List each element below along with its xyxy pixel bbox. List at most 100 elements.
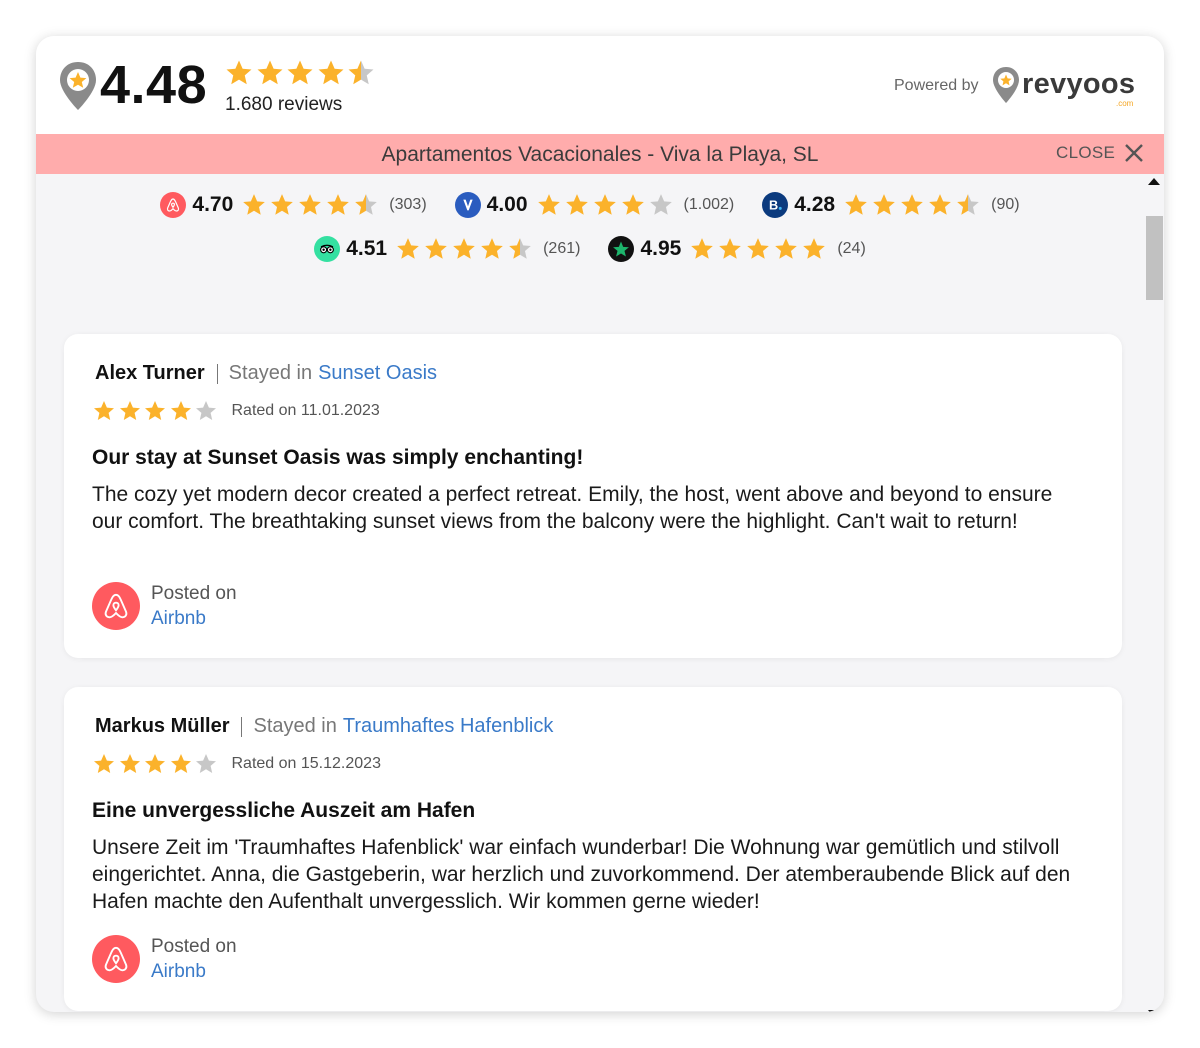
overall-stars bbox=[224, 58, 377, 88]
reviews-count: 1.680 reviews bbox=[225, 94, 343, 115]
review-title: Our stay at Sunset Oasis was simply ench… bbox=[92, 446, 584, 469]
platform-count: (261) bbox=[543, 240, 581, 257]
star-badge-icon bbox=[608, 236, 635, 262]
close-label: CLOSE bbox=[1056, 143, 1116, 162]
platform-score: 4.70 bbox=[192, 193, 234, 216]
platform-airbnb[interactable]: 4.70 (303) bbox=[160, 192, 427, 218]
property-banner: Apartamentos Vacacionales - Viva la Play… bbox=[36, 134, 1164, 174]
star-icon bbox=[621, 194, 644, 215]
star-icon bbox=[196, 401, 216, 420]
platform-stars bbox=[689, 236, 829, 262]
star-icon bbox=[257, 60, 282, 85]
star-icon bbox=[873, 194, 895, 215]
star-icon bbox=[565, 194, 588, 215]
review-rating: Rated on 11.01.2023 bbox=[92, 399, 380, 423]
star-icon bbox=[425, 238, 447, 259]
revyoos-brand[interactable]: revyoos bbox=[1022, 68, 1135, 101]
star-icon bbox=[453, 238, 475, 259]
posted-label: Posted on bbox=[151, 936, 237, 957]
platform-vrbo[interactable]: 4.00 (1.002) bbox=[454, 192, 735, 218]
airbnb-icon[interactable] bbox=[92, 935, 140, 983]
widget-header: 4.48 1.680 reviews Powered by revyoos .c… bbox=[36, 36, 1164, 134]
rated-date: Rated on 15.12.2023 bbox=[231, 755, 381, 772]
airbnb-icon[interactable] bbox=[92, 582, 140, 630]
star-icon bbox=[170, 401, 191, 420]
platform-row: 4.51 (261) 4.95 (24) bbox=[36, 232, 1144, 266]
source-link[interactable]: Airbnb bbox=[151, 608, 206, 630]
divider bbox=[241, 716, 243, 737]
review-stars bbox=[92, 752, 220, 776]
platform-starbadge[interactable]: 4.95 (24) bbox=[608, 236, 866, 262]
revyoos-logo-icon[interactable] bbox=[992, 66, 1020, 104]
reviews-widget: 4.48 1.680 reviews Powered by revyoos .c… bbox=[36, 36, 1164, 1012]
scrollbar[interactable] bbox=[1144, 174, 1164, 1012]
platform-count: (90) bbox=[991, 196, 1020, 213]
star-icon bbox=[649, 194, 672, 215]
star-icon bbox=[94, 754, 114, 773]
star-icon bbox=[929, 194, 951, 215]
review-title: Eine unvergessliche Auszeit am Hafen bbox=[92, 799, 476, 822]
star-icon bbox=[271, 194, 294, 215]
review-rating: Rated on 15.12.2023 bbox=[92, 752, 381, 776]
star-icon bbox=[397, 238, 419, 259]
reviewer-line: Markus Müller Stayed in Traumhaftes Hafe… bbox=[95, 715, 553, 738]
star-icon bbox=[119, 401, 140, 420]
booking-icon: B bbox=[762, 192, 789, 218]
review-card: Markus Müller Stayed in Traumhaftes Hafe… bbox=[64, 687, 1122, 1011]
star-icon bbox=[318, 60, 343, 85]
scroll-up-arrow-icon[interactable] bbox=[1148, 178, 1160, 185]
star-icon bbox=[355, 194, 378, 215]
tripadvisor-icon bbox=[314, 236, 341, 262]
star-icon bbox=[196, 754, 216, 773]
review-card: Alex Turner Stayed in Sunset Oasis Rated… bbox=[64, 334, 1122, 658]
vrbo-icon bbox=[454, 192, 481, 218]
star-icon bbox=[226, 60, 252, 85]
platform-stars bbox=[843, 192, 983, 218]
close-button[interactable]: CLOSE bbox=[1056, 142, 1145, 164]
platform-stars bbox=[241, 192, 381, 218]
svg-text:B: B bbox=[769, 198, 778, 213]
platform-booking[interactable]: B 4.28 (90) bbox=[762, 192, 1020, 218]
stayed-label: Stayed in bbox=[253, 715, 337, 737]
close-icon bbox=[1125, 144, 1143, 162]
reviews-scroll-area[interactable]: 4.70 (303) 4.00 (1.002) B 4.28 (90) 4.51… bbox=[36, 174, 1164, 1012]
review-body: The cozy yet modern decor created a perf… bbox=[92, 483, 1053, 533]
property-link[interactable]: Traumhaftes Hafenblick bbox=[343, 715, 553, 738]
rated-date: Rated on 11.01.2023 bbox=[231, 402, 380, 419]
star-icon bbox=[348, 60, 374, 85]
star-icon bbox=[145, 401, 165, 420]
platform-score: 4.00 bbox=[486, 193, 528, 216]
star-icon bbox=[775, 238, 798, 259]
star-icon bbox=[481, 238, 503, 259]
star-icon bbox=[94, 401, 114, 420]
airbnb-icon bbox=[160, 192, 187, 218]
powered-by-label: Powered by bbox=[894, 77, 979, 94]
star-icon bbox=[845, 194, 867, 215]
star-icon bbox=[299, 194, 322, 215]
property-link[interactable]: Sunset Oasis bbox=[318, 362, 437, 385]
overall-score: 4.48 bbox=[100, 55, 208, 115]
scroll-down-arrow-icon[interactable] bbox=[1148, 1010, 1160, 1012]
platform-row: 4.70 (303) 4.00 (1.002) B 4.28 (90) bbox=[36, 188, 1144, 222]
star-icon bbox=[719, 238, 742, 259]
stayed-label: Stayed in bbox=[228, 362, 313, 384]
platform-stars bbox=[536, 192, 676, 218]
reviewer-name: Markus Müller bbox=[95, 715, 230, 737]
platform-tripadvisor[interactable]: 4.51 (261) bbox=[314, 236, 580, 262]
star-icon bbox=[593, 194, 616, 215]
platform-count: (24) bbox=[837, 240, 866, 257]
platform-score: 4.51 bbox=[346, 237, 388, 260]
source-link[interactable]: Airbnb bbox=[151, 961, 206, 983]
platform-count: (1.002) bbox=[683, 196, 735, 213]
revyoos-brand-suffix: .com bbox=[1116, 99, 1134, 108]
platform-score: 4.28 bbox=[794, 193, 836, 216]
star-icon bbox=[145, 754, 165, 773]
star-icon bbox=[747, 238, 770, 259]
platform-score: 4.95 bbox=[640, 237, 682, 260]
star-icon bbox=[170, 754, 191, 773]
review-stars bbox=[92, 399, 220, 423]
star-icon bbox=[243, 194, 266, 215]
star-icon bbox=[803, 238, 826, 259]
scrollbar-thumb[interactable] bbox=[1146, 216, 1163, 300]
platform-ratings: 4.70 (303) 4.00 (1.002) B 4.28 (90) 4.51… bbox=[36, 174, 1144, 286]
